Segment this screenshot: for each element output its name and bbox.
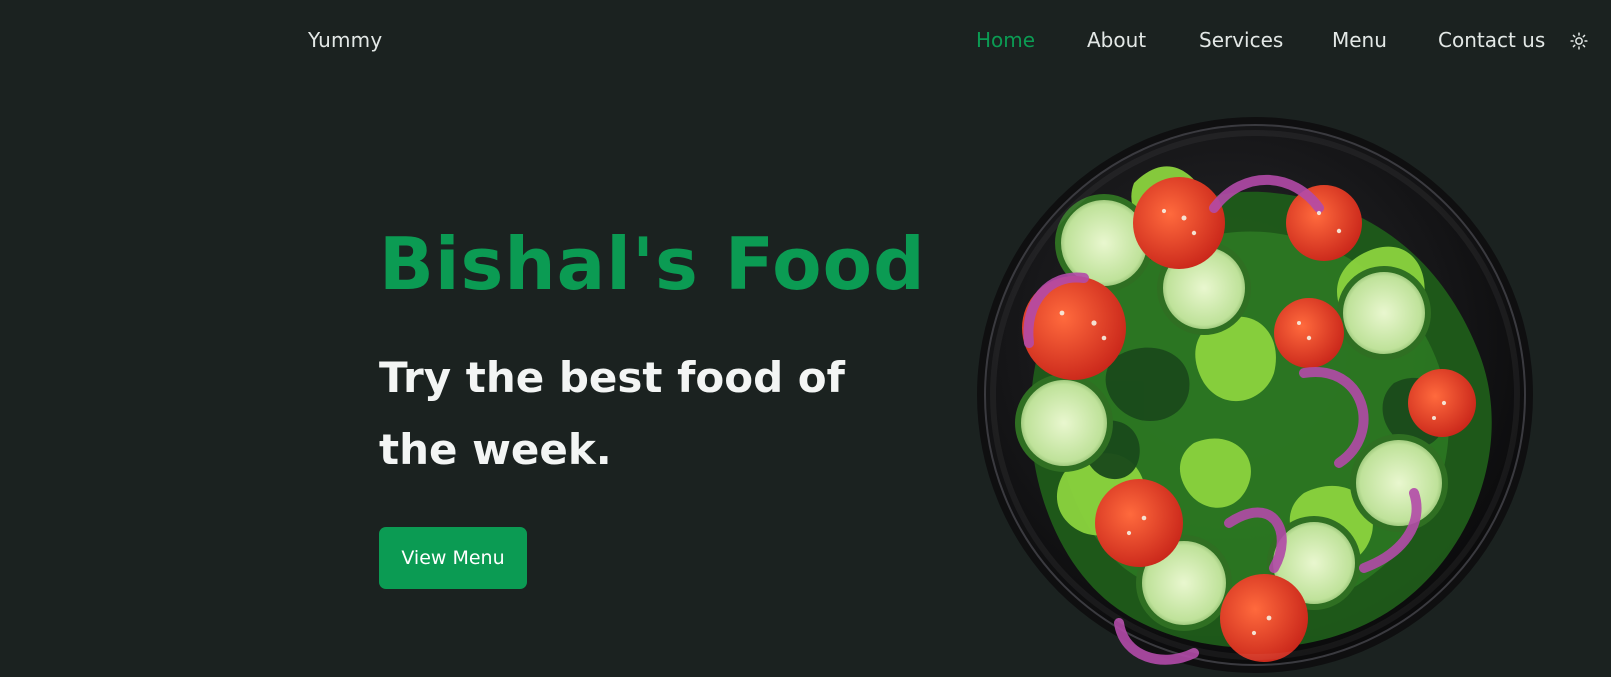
salad-bowl-image [974,113,1536,677]
salad-bowl-illustration [977,117,1533,673]
nav-contact-us[interactable]: Contact us [1438,28,1545,52]
theme-toggle-button[interactable] [1568,30,1590,52]
hero-subtitle: Try the best food of the week. [379,353,845,474]
nav-services[interactable]: Services [1199,28,1283,52]
main-nav: Home About Services Menu Contact us [0,28,1611,58]
nav-home[interactable]: Home [976,28,1035,52]
view-menu-button[interactable]: View Menu [379,527,527,589]
nav-about[interactable]: About [1087,28,1146,52]
sun-icon [1570,32,1588,50]
hero-title: Bishal's Food [379,222,926,306]
nav-menu[interactable]: Menu [1332,28,1387,52]
site-header: Yummy Home About Services Menu Contact u… [0,0,1611,84]
